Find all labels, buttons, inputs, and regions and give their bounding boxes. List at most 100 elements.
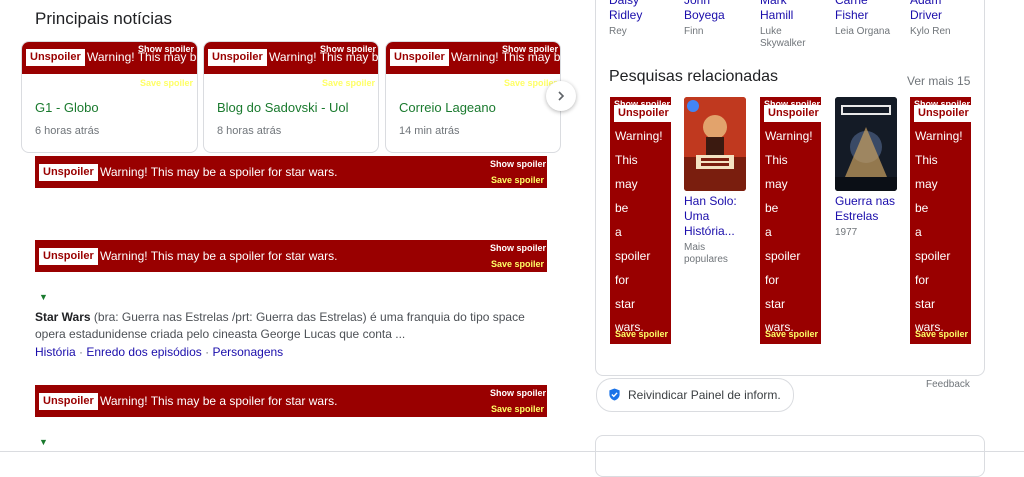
save-spoiler-button[interactable]: Save spoiler xyxy=(491,259,544,269)
spoiler-word: be xyxy=(915,201,929,215)
unspoiler-button[interactable]: Unspoiler xyxy=(390,49,449,66)
news-card[interactable]: Unspoiler Warning! This may b Show spoil… xyxy=(203,41,379,153)
spoiler-word: for xyxy=(615,273,630,287)
unspoiler-button[interactable]: Unspoiler xyxy=(39,164,98,181)
news-card[interactable]: Unspoiler Warning! This may b Show spoil… xyxy=(385,41,561,153)
expand-caret-icon[interactable]: ▼ xyxy=(39,437,48,447)
movie-title[interactable]: Guerra nas xyxy=(835,194,895,209)
cast-role: Kylo Ren xyxy=(910,26,951,37)
save-spoiler-button[interactable]: Save spoiler xyxy=(140,78,193,88)
spoiler-word: This xyxy=(915,153,938,167)
news-card[interactable]: Unspoiler Warning! This may b Show spoil… xyxy=(21,41,198,153)
news-source[interactable]: G1 - Globo xyxy=(35,100,99,115)
chevron-right-icon xyxy=(558,91,565,101)
show-spoiler-button[interactable]: Show spoiler xyxy=(490,388,546,398)
movie-title[interactable]: Uma xyxy=(684,209,709,224)
spoiler-word: for xyxy=(765,273,780,287)
cast-name[interactable]: Hamill xyxy=(760,8,793,23)
show-spoiler-button[interactable]: Show spoiler xyxy=(138,44,194,54)
news-source[interactable]: Correio Lageano xyxy=(399,100,496,115)
save-spoiler-button[interactable]: Save spoiler xyxy=(615,329,668,339)
movie-title[interactable]: Han Solo: xyxy=(684,194,737,209)
unspoiler-button[interactable]: Unspoiler xyxy=(208,49,267,66)
news-time: 6 horas atrás xyxy=(35,125,100,137)
spoiler-word: star xyxy=(765,297,786,311)
unspoiler-button[interactable]: Unspoiler xyxy=(764,105,821,122)
cast-role: Rey xyxy=(609,26,627,37)
news-source[interactable]: Blog do Sadovski - Uol xyxy=(217,100,349,115)
trending-icon xyxy=(687,100,699,112)
movie-poster[interactable] xyxy=(684,97,746,191)
save-spoiler-button[interactable]: Save spoiler xyxy=(915,329,968,339)
cast-name[interactable]: Ridley xyxy=(609,8,642,23)
cast-name[interactable]: Mark xyxy=(760,0,787,8)
expand-caret-icon[interactable]: ▼ xyxy=(39,292,48,302)
save-spoiler-button[interactable]: Save spoiler xyxy=(491,404,544,414)
link-separator: · xyxy=(75,345,87,359)
movie-title[interactable]: História... xyxy=(684,224,735,239)
wiki-snippet: Star Wars (bra: Guerra nas Estrelas /prt… xyxy=(35,309,535,343)
movie-year: 1977 xyxy=(835,227,858,238)
show-spoiler-button[interactable]: Show spoiler xyxy=(490,243,546,253)
cast-name[interactable]: Adam xyxy=(910,0,941,8)
cast-name[interactable]: Daisy xyxy=(609,0,639,8)
spoiler-banner: Show spoiler Unspoiler Warning! This may… xyxy=(760,97,821,344)
news-time: 14 min atrás xyxy=(399,125,460,137)
spoiler-word: be xyxy=(765,201,779,215)
spoiler-word: star xyxy=(915,297,936,311)
claim-panel-button[interactable]: Reivindicar Painel de inform. xyxy=(596,378,794,412)
show-spoiler-button[interactable]: Show spoiler xyxy=(490,159,546,169)
spoiler-word: a xyxy=(765,225,772,239)
verified-shield-icon xyxy=(609,388,620,401)
unspoiler-button[interactable]: Unspoiler xyxy=(614,105,671,122)
cast-name[interactable]: Fisher xyxy=(835,8,868,23)
unspoiler-button[interactable]: Unspoiler xyxy=(914,105,971,122)
page-divider xyxy=(0,451,1024,452)
spoiler-warning: Warning! This may be a spoiler for star … xyxy=(100,394,338,408)
spoiler-banner: Unspoiler Warning! This may b Show spoil… xyxy=(204,42,378,74)
claim-panel-label: Reivindicar Painel de inform. xyxy=(628,388,781,402)
save-spoiler-button[interactable]: Save spoiler xyxy=(322,78,375,88)
show-spoiler-button[interactable]: Show spoiler xyxy=(502,44,558,54)
unspoiler-button[interactable]: Unspoiler xyxy=(26,49,85,66)
link-separator: · xyxy=(201,345,213,359)
spoiler-word: Warning! xyxy=(615,129,663,143)
snippet-text: (bra: Guerra nas Estrelas /prt: Guerra d… xyxy=(35,310,525,341)
link-historia[interactable]: História xyxy=(35,345,76,359)
next-button[interactable] xyxy=(546,81,576,111)
show-spoiler-button[interactable]: Show spoiler xyxy=(320,44,376,54)
movie-subtitle: populares xyxy=(684,254,728,265)
spoiler-word: Warning! xyxy=(765,129,813,143)
feedback-link[interactable]: Feedback xyxy=(926,379,970,390)
cast-name[interactable]: Carrie xyxy=(835,0,868,8)
cast-name[interactable]: Boyega xyxy=(684,8,725,23)
spoiler-word: star xyxy=(615,297,636,311)
cast-name[interactable]: John xyxy=(684,0,710,8)
movie-poster[interactable] xyxy=(835,97,897,191)
spoiler-banner: Unspoiler Warning! This may be a spoiler… xyxy=(35,240,547,272)
spoiler-word: may xyxy=(915,177,938,191)
spoiler-word: be xyxy=(615,201,629,215)
link-personagens[interactable]: Personagens xyxy=(212,345,283,359)
spoiler-word: a xyxy=(615,225,622,239)
cast-role: Skywalker xyxy=(760,38,806,49)
unspoiler-button[interactable]: Unspoiler xyxy=(39,393,98,410)
save-spoiler-button[interactable]: Save spoiler xyxy=(765,329,818,339)
spoiler-banner: Unspoiler Warning! This may be a spoiler… xyxy=(35,385,547,417)
link-enredo[interactable]: Enredo dos episódios xyxy=(86,345,201,359)
section-title: Principais notícias xyxy=(35,9,173,28)
spoiler-banner: Show spoiler Unspoiler Warning! This may… xyxy=(610,97,671,344)
spoiler-warning: Warning! This may be a spoiler for star … xyxy=(100,249,338,263)
knowledge-panel-section xyxy=(595,435,985,477)
unspoiler-button[interactable]: Unspoiler xyxy=(39,248,98,265)
spoiler-banner: Unspoiler Warning! This may be a spoiler… xyxy=(35,156,547,188)
movie-title[interactable]: Estrelas xyxy=(835,209,878,224)
cast-name[interactable]: Driver xyxy=(910,8,942,23)
spoiler-word: for xyxy=(915,273,930,287)
spoiler-word: may xyxy=(615,177,638,191)
spoiler-warning: Warning! This may be a spoiler for star … xyxy=(100,165,338,179)
save-spoiler-button[interactable]: Save spoiler xyxy=(491,175,544,185)
snippet-links: História · Enredo dos episódios · Person… xyxy=(35,345,283,359)
spoiler-word: spoiler xyxy=(765,249,801,263)
see-more-link[interactable]: Ver mais 15 xyxy=(907,74,970,88)
